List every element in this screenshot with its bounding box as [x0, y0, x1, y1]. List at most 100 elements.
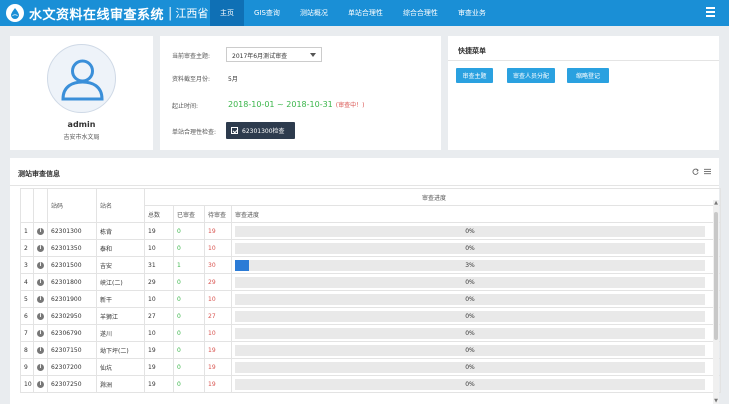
row-info-cell[interactable]: i — [33, 307, 48, 325]
reviewed-count: 0 — [173, 239, 205, 257]
station-name: 仙坑 — [96, 358, 145, 376]
row-info-cell[interactable]: i — [33, 341, 48, 359]
user-profile-panel: admin 吉安市水文局 — [10, 36, 153, 150]
table-row[interactable]: 8 i 62307150 坳下坪(二) 19 0 19 0% — [20, 341, 722, 359]
progress-text: 0% — [465, 329, 475, 337]
progress-bar: 0% — [235, 225, 705, 237]
row-info-cell[interactable]: i — [33, 358, 48, 376]
table-scrollbar[interactable]: ▲ ▼ — [713, 200, 719, 404]
row-info-cell[interactable]: i — [33, 324, 48, 342]
pending-count: 19 — [204, 222, 232, 240]
row-info-cell[interactable]: i — [33, 239, 48, 257]
info-icon[interactable]: i — [37, 364, 44, 371]
info-icon[interactable]: i — [37, 296, 44, 303]
reviewed-count: 0 — [173, 358, 205, 376]
reviewed-count: 0 — [173, 375, 205, 393]
scroll-thumb[interactable] — [714, 212, 718, 340]
reviewed-count: 0 — [173, 290, 205, 308]
progress-group-header: 审查进度 — [143, 188, 722, 206]
nav-item-station-overview[interactable]: 测站概况 — [290, 0, 338, 26]
pending-count: 19 — [204, 341, 232, 359]
info-icon[interactable]: i — [37, 330, 44, 337]
thumbnail-register-button[interactable]: 缩略登记 — [567, 68, 609, 83]
station-check-label: 62301300检查 — [242, 128, 285, 135]
hamburger-menu-icon[interactable] — [706, 7, 715, 17]
reviewer-assign-button[interactable]: 审查人员分配 — [507, 68, 555, 83]
progress-cell: 0% — [230, 375, 722, 393]
nav-item-home[interactable]: 主页 — [210, 0, 244, 26]
table-row[interactable]: 7 i 62306790 遂川 10 0 10 0% — [20, 324, 722, 342]
table-row[interactable]: 1 i 62301300 栋背 19 0 19 0% — [20, 222, 722, 240]
progress-cell: 0% — [230, 358, 722, 376]
nav-item-gis-query[interactable]: GIS查询 — [244, 0, 290, 26]
nav-item-review-business[interactable]: 审查业务 — [448, 0, 496, 26]
station-name: 新干 — [96, 290, 145, 308]
info-icon[interactable]: i — [37, 381, 44, 388]
table-row[interactable]: 6 i 62302950 羊狮江 27 0 27 0% — [20, 307, 722, 325]
reviewed-count: 0 — [173, 273, 205, 291]
topic-select[interactable]: 2017年6月测试审查 — [226, 47, 322, 62]
station-name: 羊狮江 — [96, 307, 145, 325]
total-count: 10 — [144, 239, 174, 257]
table-row[interactable]: 2 i 62301350 泰和 10 0 10 0% — [20, 239, 722, 257]
app-title: 水文资料在线审查系统 — [29, 7, 165, 23]
row-info-cell[interactable]: i — [33, 222, 48, 240]
top-navbar: 水文资料在线审查系统 | 江西省 主页 GIS查询 测站概况 单站合理性 综合合… — [0, 0, 729, 26]
row-index: 8 — [20, 341, 34, 359]
station-name: 吉安 — [96, 256, 145, 274]
refresh-icon[interactable] — [692, 168, 699, 175]
nav-item-comprehensive[interactable]: 综合合理性 — [393, 0, 448, 26]
row-index: 7 — [20, 324, 34, 342]
scroll-up-icon[interactable]: ▲ — [713, 200, 719, 206]
row-info-cell[interactable]: i — [33, 290, 48, 308]
progress-text: 0% — [465, 278, 475, 286]
pending-count: 19 — [204, 375, 232, 393]
table-row[interactable]: 9 i 62307200 仙坑 19 0 19 0% — [20, 358, 722, 376]
total-count: 19 — [144, 341, 174, 359]
progress-bar: 0% — [235, 276, 705, 288]
row-index: 4 — [20, 273, 34, 291]
row-info-cell[interactable]: i — [33, 256, 48, 274]
deadline-range: 2018-10-01 ~ 2018-10-31 — [228, 100, 333, 109]
pending-count: 10 — [204, 324, 232, 342]
info-icon[interactable]: i — [37, 313, 44, 320]
row-info-cell[interactable]: i — [33, 375, 48, 393]
row-info-cell[interactable]: i — [33, 273, 48, 291]
total-count: 29 — [144, 273, 174, 291]
progress-bar: 0% — [235, 310, 705, 322]
progress-text: 0% — [465, 380, 475, 388]
row-index: 5 — [20, 290, 34, 308]
pending-count: 29 — [204, 273, 232, 291]
info-icon[interactable]: i — [37, 228, 44, 235]
info-icon[interactable]: i — [37, 245, 44, 252]
table-row[interactable]: 5 i 62301900 新干 10 0 10 0% — [20, 290, 722, 308]
table-row[interactable]: 10 i 62307250 滁洲 19 0 19 0% — [20, 375, 722, 393]
review-topic-button[interactable]: 审查主题 — [456, 68, 493, 83]
row-index: 10 — [20, 375, 34, 393]
total-count: 19 — [144, 375, 174, 393]
station-code: 62307250 — [47, 375, 97, 393]
reviewed-count: 0 — [173, 341, 205, 359]
pending-header: 待审查 — [204, 205, 232, 223]
info-icon[interactable]: i — [37, 279, 44, 286]
total-count: 19 — [144, 222, 174, 240]
row-index: 1 — [20, 222, 34, 240]
progress-bar: 0% — [235, 242, 705, 254]
progress-cell: 0% — [230, 273, 722, 291]
progress-cell: 0% — [230, 290, 722, 308]
progress-bar: 0% — [235, 344, 705, 356]
station-name: 滁洲 — [96, 375, 145, 393]
table-row[interactable]: 3 i 62301500 吉安 31 1 30 3% — [20, 256, 722, 274]
row-index: 2 — [20, 239, 34, 257]
info-icon[interactable]: i — [37, 347, 44, 354]
divider — [448, 60, 719, 61]
scroll-down-icon[interactable]: ▼ — [713, 398, 719, 404]
station-check-button[interactable]: 62301300检查 — [226, 122, 295, 139]
nav-item-single-station[interactable]: 单站合理性 — [338, 0, 393, 26]
title-separator: | — [168, 5, 173, 21]
list-icon[interactable] — [704, 168, 711, 175]
table-row[interactable]: 4 i 62301800 峡江(二) 29 0 29 0% — [20, 273, 722, 291]
reviewed-count: 1 — [173, 256, 205, 274]
info-icon[interactable]: i — [37, 262, 44, 269]
pending-count: 19 — [204, 358, 232, 376]
